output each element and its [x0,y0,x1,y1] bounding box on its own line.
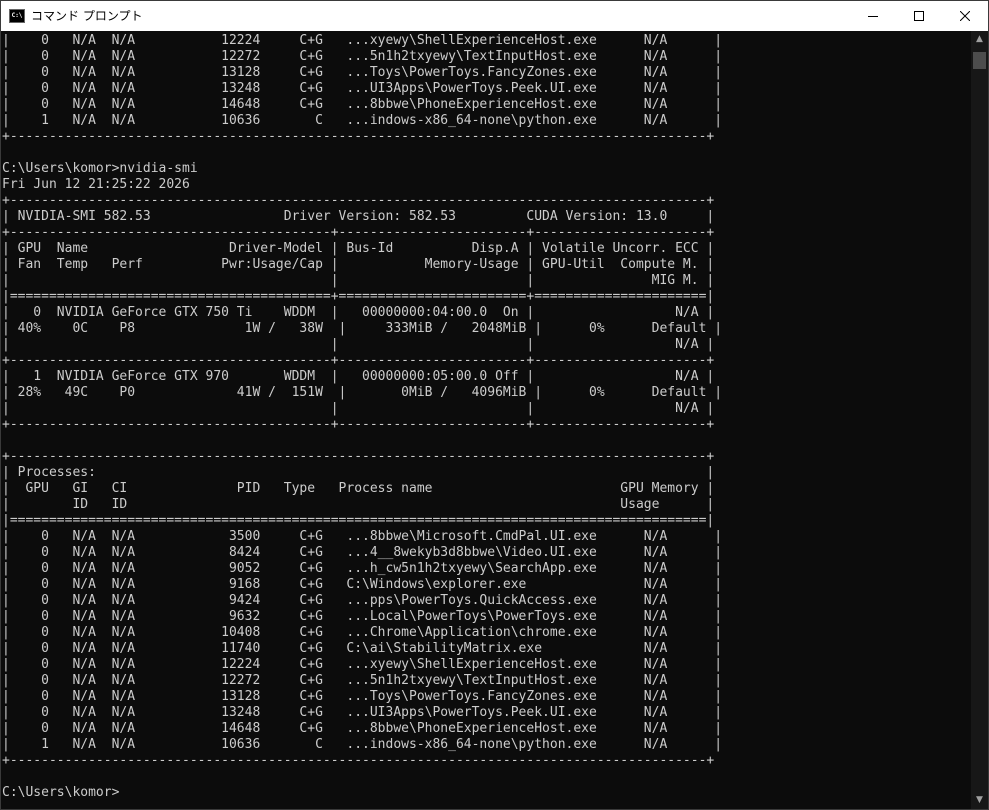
console-line: | 0 N/A N/A 8424 C+G ...4__8wekyb3d8bbwe… [2,545,723,560]
console-line: | 0 N/A N/A 13248 C+G ...UI3Apps\PowerTo… [2,81,723,96]
console-line: C:\Users\komor> [2,785,120,800]
console-line: | Fan Temp Perf Pwr:Usage/Cap | Memory-U… [2,257,715,272]
console-line: | 0 N/A N/A 13128 C+G ...Toys\PowerToys.… [2,65,723,80]
console-line: | 0 N/A N/A 3500 C+G ...8bbwe\Microsoft.… [2,529,723,544]
console-line: | 0 N/A N/A 12272 C+G ...5n1h2txyewy\Tex… [2,49,723,64]
console-line: Fri Jun 12 21:25:22 2026 [2,177,190,192]
console-line: | 0 NVIDIA GeForce GTX 750 Ti WDDM | 000… [2,305,715,320]
scrollbar-thumb[interactable] [973,52,986,69]
close-button[interactable] [942,1,988,31]
console-line: | NVIDIA-SMI 582.53 Driver Version: 582.… [2,209,715,224]
console-line: +---------------------------------------… [2,449,715,464]
console-line: | GPU GI CI PID Type Process name GPU Me… [2,481,715,496]
vertical-scrollbar[interactable]: ▲ ▼ [971,31,988,809]
console-line: | 0 N/A N/A 13128 C+G ...Toys\PowerToys.… [2,689,723,704]
console-output[interactable]: | 0 N/A N/A 12224 C+G ...xyewy\ShellExpe… [1,31,971,809]
console-line: | Processes: | [2,465,715,480]
console-line: | 28% 49C P0 41W / 151W | 0MiB / 4096MiB… [2,385,723,400]
console-line: | 0 N/A N/A 12224 C+G ...xyewy\ShellExpe… [2,657,723,672]
console-line: | 1 N/A N/A 10636 C ...indows-x86_64-non… [2,737,723,752]
console-line: | | | MIG M. | [2,273,715,288]
title-bar[interactable]: C:\ コマンド プロンプト [1,1,988,31]
maximize-icon [914,11,924,21]
window-title: コマンド プロンプト [31,9,143,23]
console-line: | 0 N/A N/A 12272 C+G ...5n1h2txyewy\Tex… [2,673,723,688]
console-line: | 0 N/A N/A 12224 C+G ...xyewy\ShellExpe… [2,33,723,48]
console-line: C:\Users\komor>nvidia-smi [2,161,198,176]
console-line: | 0 N/A N/A 14648 C+G ...8bbwe\PhoneExpe… [2,721,723,736]
console-line: | ID ID Usage | [2,497,715,512]
console-line: | | | N/A | [2,401,715,416]
console-line: |=======================================… [2,513,715,528]
console-line: | 0 N/A N/A 13248 C+G ...UI3Apps\PowerTo… [2,705,723,720]
console-line: |=======================================… [2,289,715,304]
console-line: | 0 N/A N/A 9632 C+G ...Local\PowerToys\… [2,609,723,624]
console-line: | 0 N/A N/A 10408 C+G ...Chrome\Applicat… [2,625,723,640]
scroll-down-arrow-icon[interactable]: ▼ [971,792,988,809]
console-line: | 40% 0C P8 1W / 38W | 333MiB / 2048MiB … [2,321,723,336]
console-line: +---------------------------------------… [2,417,715,432]
maximize-button[interactable] [896,1,942,31]
minimize-button[interactable] [850,1,896,31]
console-line: | 0 N/A N/A 9052 C+G ...h_cw5n1h2txyewy\… [2,561,723,576]
console-line: | 0 N/A N/A 11740 C+G C:\ai\StabilityMat… [2,641,723,656]
console-line: | 0 N/A N/A 14648 C+G ...8bbwe\PhoneExpe… [2,97,723,112]
scroll-up-arrow-icon[interactable]: ▲ [971,31,988,48]
console-line: +---------------------------------------… [2,129,715,144]
console-line: | 1 N/A N/A 10636 C ...indows-x86_64-non… [2,113,723,128]
cmd-app-icon[interactable]: C:\ [9,9,25,23]
console-line: | | | N/A | [2,337,715,352]
console-line: +---------------------------------------… [2,353,715,368]
console-line: +---------------------------------------… [2,193,715,208]
command-prompt-window: C:\ コマンド プロンプト | 0 N/A N/A 12224 C+G ...… [0,0,989,810]
console-line: | 0 N/A N/A 9424 C+G ...pps\PowerToys.Qu… [2,593,723,608]
minimize-icon [868,16,878,17]
console-line: | 1 NVIDIA GeForce GTX 970 WDDM | 000000… [2,369,715,384]
console-line: +---------------------------------------… [2,753,715,768]
console-line: +---------------------------------------… [2,225,715,240]
console-line: | 0 N/A N/A 9168 C+G C:\Windows\explorer… [2,577,723,592]
close-icon [960,11,970,21]
console-line: | GPU Name Driver-Model | Bus-Id Disp.A … [2,241,715,256]
